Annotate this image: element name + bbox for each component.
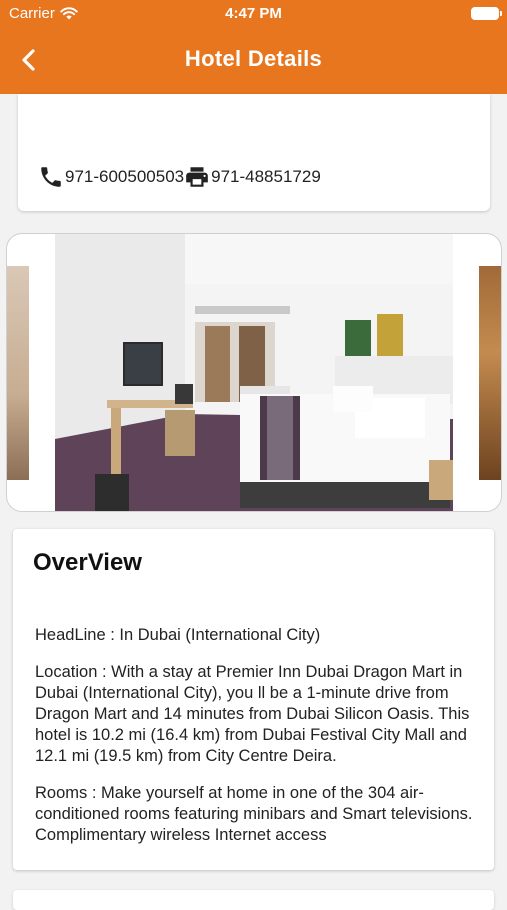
hotel-room-photo[interactable] [55, 234, 453, 512]
status-time: 4:47 PM [225, 5, 282, 22]
carousel-next-photo[interactable] [479, 266, 501, 480]
overview-headline: HeadLine : In Dubai (International City) [35, 626, 321, 644]
overview-card: OverView HeadLine : In Dubai (Internatio… [13, 529, 494, 870]
overview-rooms: Rooms : Make yourself at home in one of … [35, 784, 473, 844]
contact-card: 971-600500503 971-48851729 [18, 94, 490, 211]
overview-body: HeadLine : In Dubai (International City)… [35, 625, 475, 857]
contact-row: 971-600500503 971-48851729 [38, 164, 321, 190]
fax-number[interactable]: 971-48851729 [211, 167, 321, 187]
phone-number[interactable]: 971-600500503 [65, 167, 184, 187]
navigation-bar: Hotel Details [0, 28, 507, 94]
battery-icon [471, 7, 502, 20]
next-section-card [13, 890, 494, 910]
phone-icon [41, 167, 61, 187]
printer-icon [186, 167, 208, 187]
overview-location: Location : With a stay at Premier Inn Du… [35, 663, 470, 765]
photo-carousel[interactable] [6, 233, 502, 512]
overview-heading: OverView [33, 549, 142, 576]
carousel-prev-photo[interactable] [7, 266, 29, 480]
status-bar: Carrier 4:47 PM [0, 0, 507, 28]
page-title: Hotel Details [184, 46, 323, 71]
